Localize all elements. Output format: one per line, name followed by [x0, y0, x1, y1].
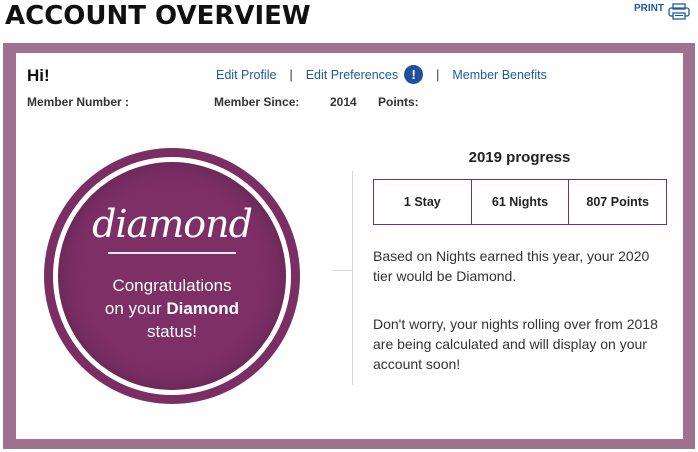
- stays-stat: 1 Stay: [403, 195, 441, 209]
- tier-badge-center: diamond Congratulations on your Diamond …: [58, 162, 286, 390]
- member-number-label: Member Number :: [27, 95, 130, 109]
- link-separator: |: [436, 67, 440, 82]
- tier-badge: diamond Congratulations on your Diamond …: [44, 148, 300, 404]
- print-button[interactable]: PRINT: [634, 3, 690, 23]
- tier-underline: [108, 252, 236, 254]
- print-label: PRINT: [634, 3, 664, 14]
- member-info-row: Member Number : Member Since: 2014 Point…: [27, 95, 667, 111]
- account-overview-frame: Hi! Edit Profile | Edit Preferences ! | …: [3, 43, 695, 449]
- congrats-line-3: status!: [146, 322, 198, 341]
- printer-icon: [668, 3, 690, 23]
- congrats-tier: Diamond: [166, 299, 240, 318]
- alert-icon[interactable]: !: [404, 65, 424, 84]
- congrats-message: Congratulations on your Diamond status!: [72, 274, 272, 343]
- nights-stat: 61 Nights: [470, 180, 569, 224]
- horizontal-connector: [332, 270, 353, 271]
- congrats-prefix: on your: [104, 299, 162, 318]
- account-links: Edit Profile | Edit Preferences ! | Memb…: [216, 65, 547, 84]
- page-title: ACCOUNT OVERVIEW: [5, 1, 311, 31]
- account-panel: Hi! Edit Profile | Edit Preferences ! | …: [16, 53, 683, 439]
- member-since-value: 2014: [330, 95, 357, 109]
- congrats-line-1: Congratulations: [112, 276, 232, 295]
- edit-preferences-link[interactable]: Edit Preferences: [306, 68, 398, 82]
- points-stat: 807 Points: [568, 180, 666, 224]
- link-separator: |: [289, 67, 293, 82]
- progress-stats: 1 Stay 61 Nights 807 Points: [373, 179, 667, 225]
- tier-projection-text: Based on Nights earned this year, your 2…: [373, 248, 650, 284]
- member-benefits-link[interactable]: Member Benefits: [452, 68, 546, 82]
- progress-title: 2019 progress: [468, 149, 571, 166]
- vertical-divider: [352, 171, 353, 385]
- rollover-notice-text: Don't worry, your nights rolling over fr…: [373, 316, 658, 372]
- tier-name: diamond: [92, 202, 253, 246]
- member-since-label: Member Since:: [214, 95, 300, 109]
- greeting: Hi!: [27, 66, 50, 85]
- edit-profile-link[interactable]: Edit Profile: [216, 68, 276, 82]
- points-label: Points:: [378, 95, 419, 109]
- congrats-line-2: on your Diamond: [72, 297, 272, 320]
